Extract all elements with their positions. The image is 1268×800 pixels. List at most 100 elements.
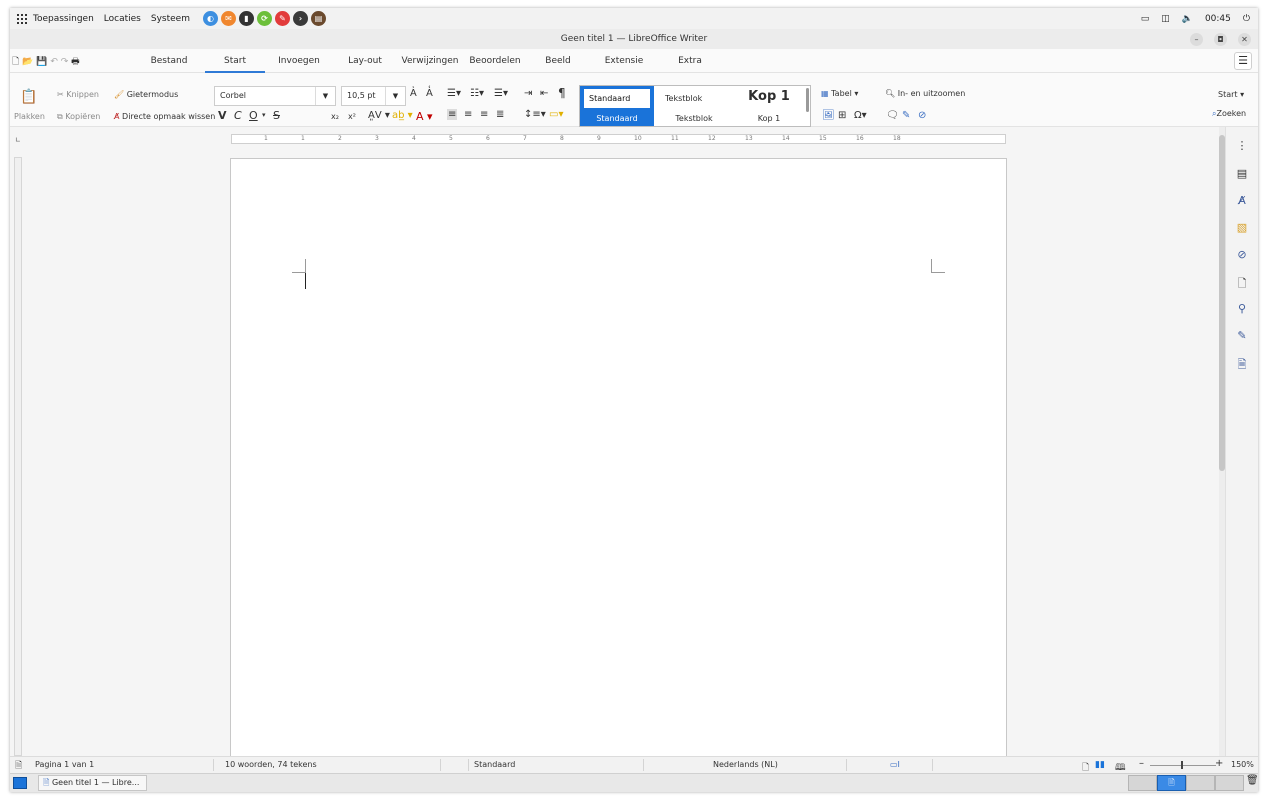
zoom-slider[interactable] [1150, 765, 1216, 766]
language[interactable]: Nederlands (NL) [713, 760, 778, 769]
archive-icon[interactable]: ▤ [310, 11, 326, 26]
paragraph-background-icon[interactable]: ▭▾ [549, 109, 563, 120]
more-options-icon[interactable]: ⋮ [1234, 139, 1250, 155]
vertical-ruler[interactable] [14, 157, 22, 756]
redo-icon[interactable]: ↷ [61, 57, 69, 67]
workspace-1[interactable] [1128, 775, 1157, 791]
special-character-icon[interactable]: Ω▾ [854, 110, 867, 121]
minimize-button[interactable]: – [1190, 33, 1203, 46]
zoom-in-button[interactable]: + [1215, 758, 1223, 769]
chevron-down-icon[interactable]: ▾ [262, 111, 266, 119]
menu-toepassingen[interactable]: Toepassingen [33, 14, 94, 24]
undo-icon[interactable]: ↶ [50, 57, 58, 67]
workspace-2[interactable]: 🗎 [1157, 775, 1186, 791]
highlight-icon[interactable]: ab̲ ▾ [392, 110, 413, 121]
clear-format-button[interactable]: A̸ Directe opmaak wissen [114, 112, 215, 121]
zoom-out-button[interactable]: – [1139, 758, 1144, 769]
tab-extra[interactable]: Extra [668, 49, 712, 73]
align-left-icon[interactable]: ≡ [447, 109, 458, 120]
save-icon[interactable]: 💾 [36, 57, 47, 67]
clone-format-button[interactable]: 🖌 Gietermodus [114, 90, 178, 99]
paste-button[interactable]: Plakken [14, 112, 45, 121]
properties-icon[interactable]: ▤ [1234, 167, 1250, 183]
bullet-list-icon[interactable]: ☰▾ [447, 88, 461, 99]
selection-mode-icon[interactable]: ▭I [890, 760, 900, 769]
comment-icon[interactable]: 🗨︎ [886, 110, 899, 121]
line-spacing-icon[interactable]: ↕≡▾ [524, 109, 546, 120]
tab-extensie[interactable]: Extensie [599, 49, 649, 73]
tab-beeld[interactable]: Beeld [536, 49, 580, 73]
new-doc-icon[interactable]: 🗋 [12, 57, 19, 67]
print-icon[interactable]: 🖶 [71, 57, 80, 67]
copy-button[interactable]: ⧉ Kopiëren [57, 112, 100, 122]
tab-invoegen[interactable]: Invoegen [274, 49, 324, 73]
network-icon[interactable]: ◫ [1161, 14, 1170, 24]
track-changes-icon[interactable]: ✎ [902, 110, 910, 121]
zoom-percent[interactable]: 150% [1231, 760, 1254, 769]
start-menu-button[interactable]: Start ▾ [1218, 90, 1244, 99]
files-icon[interactable]: ▮ [238, 11, 254, 26]
tools-icon[interactable]: ✎ [274, 11, 290, 26]
bold-button[interactable]: V [218, 109, 227, 122]
paste-icon[interactable]: 📋 [20, 89, 37, 105]
open-icon[interactable]: 📂 [22, 57, 33, 67]
formatting-marks-icon[interactable]: ¶ [558, 86, 566, 100]
page-count[interactable]: Pagina 1 van 1 [35, 760, 94, 769]
italic-button[interactable]: C [234, 109, 242, 122]
styles-scrollbar[interactable] [806, 88, 809, 112]
tab-stop-icon[interactable]: ∟ [15, 136, 21, 144]
cut-button[interactable]: ✂ Knippen [57, 90, 99, 99]
align-center-icon[interactable]: ≡ [464, 109, 472, 120]
table-button[interactable]: ▦ Tabel ▾ [821, 89, 858, 98]
power-icon[interactable]: ⏻ [1243, 14, 1250, 24]
tab-start[interactable]: Start [205, 49, 265, 73]
apps-grid-icon[interactable] [17, 13, 27, 24]
font-size-field[interactable]: 10,5 pt ▼ [341, 86, 406, 106]
numbered-list-icon[interactable]: ☷▾ [470, 88, 484, 99]
justify-icon[interactable]: ≣ [496, 109, 504, 120]
horizontal-ruler[interactable]: 1 1 2 3 4 5 6 7 8 9 10 11 12 13 14 15 16 18 [231, 134, 1006, 144]
trash-icon[interactable]: 🗑 [1246, 775, 1258, 786]
image-icon[interactable]: 🖼︎ [822, 110, 835, 121]
tab-bestand[interactable]: Bestand [144, 49, 194, 73]
strikethrough-button[interactable]: S [273, 109, 280, 122]
multi-page-view-icon[interactable]: ▮▮ [1095, 760, 1105, 770]
tab-verwijzingen[interactable]: Verwijzingen [400, 49, 460, 73]
increase-indent-icon[interactable]: ⇥ [524, 88, 532, 99]
workspace-switcher[interactable]: 🗎 [1128, 775, 1244, 791]
style-standaard[interactable]: Standaard Standaard [580, 86, 654, 126]
zoom-button[interactable]: 🔍︎ In- en uitzoomen [885, 89, 965, 98]
shrink-font-icon[interactable]: A͑ [426, 88, 433, 99]
maximize-button[interactable]: ◘ [1214, 33, 1227, 46]
display-icon[interactable]: ▭ [1141, 14, 1150, 24]
align-right-icon[interactable]: ≡ [480, 109, 488, 120]
workspace-4[interactable] [1215, 775, 1244, 791]
style-kop-1[interactable]: Kop 1 Kop 1 [732, 86, 806, 126]
workspace-3[interactable] [1186, 775, 1215, 791]
superscript-button[interactable]: x² [348, 112, 356, 121]
zoom-slider-handle[interactable] [1181, 761, 1183, 769]
browser-icon[interactable]: ◐ [202, 11, 218, 26]
mail-icon[interactable]: ✉ [220, 11, 236, 26]
font-color-icon[interactable]: A ▾ [416, 110, 433, 123]
taskbar-window-button[interactable]: 🗎 Geen titel 1 — Libre... [38, 775, 147, 791]
hamburger-menu-button[interactable]: ☰ [1234, 52, 1252, 70]
page-icon[interactable]: 🗋 [1234, 275, 1250, 291]
tab-beoordelen[interactable]: Beoordelen [468, 49, 522, 73]
navigator-icon[interactable]: ⊘ [918, 110, 926, 121]
show-desktop-button[interactable] [13, 777, 27, 789]
clock[interactable]: 00:45 [1205, 14, 1231, 24]
character-spacing-icon[interactable]: A͈V ▾ [368, 110, 390, 121]
subscript-button[interactable]: x₂ [331, 112, 339, 121]
save-status-icon[interactable]: 🗎 [15, 758, 22, 774]
chart-icon[interactable]: ⊞ [838, 110, 846, 121]
font-name-field[interactable]: Corbel ▼ [214, 86, 336, 106]
chevron-down-icon[interactable]: ▼ [385, 87, 405, 105]
tab-lay-out[interactable]: Lay-out [340, 49, 390, 73]
outline-list-icon[interactable]: ☰▾ [494, 88, 508, 99]
document-page[interactable] [230, 158, 1007, 778]
menu-locaties[interactable]: Locaties [104, 14, 141, 24]
style-tekstblok[interactable]: Tekstblok Tekstblok [657, 86, 731, 126]
manage-changes-icon[interactable]: ✎ [1234, 329, 1250, 345]
menu-systeem[interactable]: Systeem [151, 14, 190, 24]
